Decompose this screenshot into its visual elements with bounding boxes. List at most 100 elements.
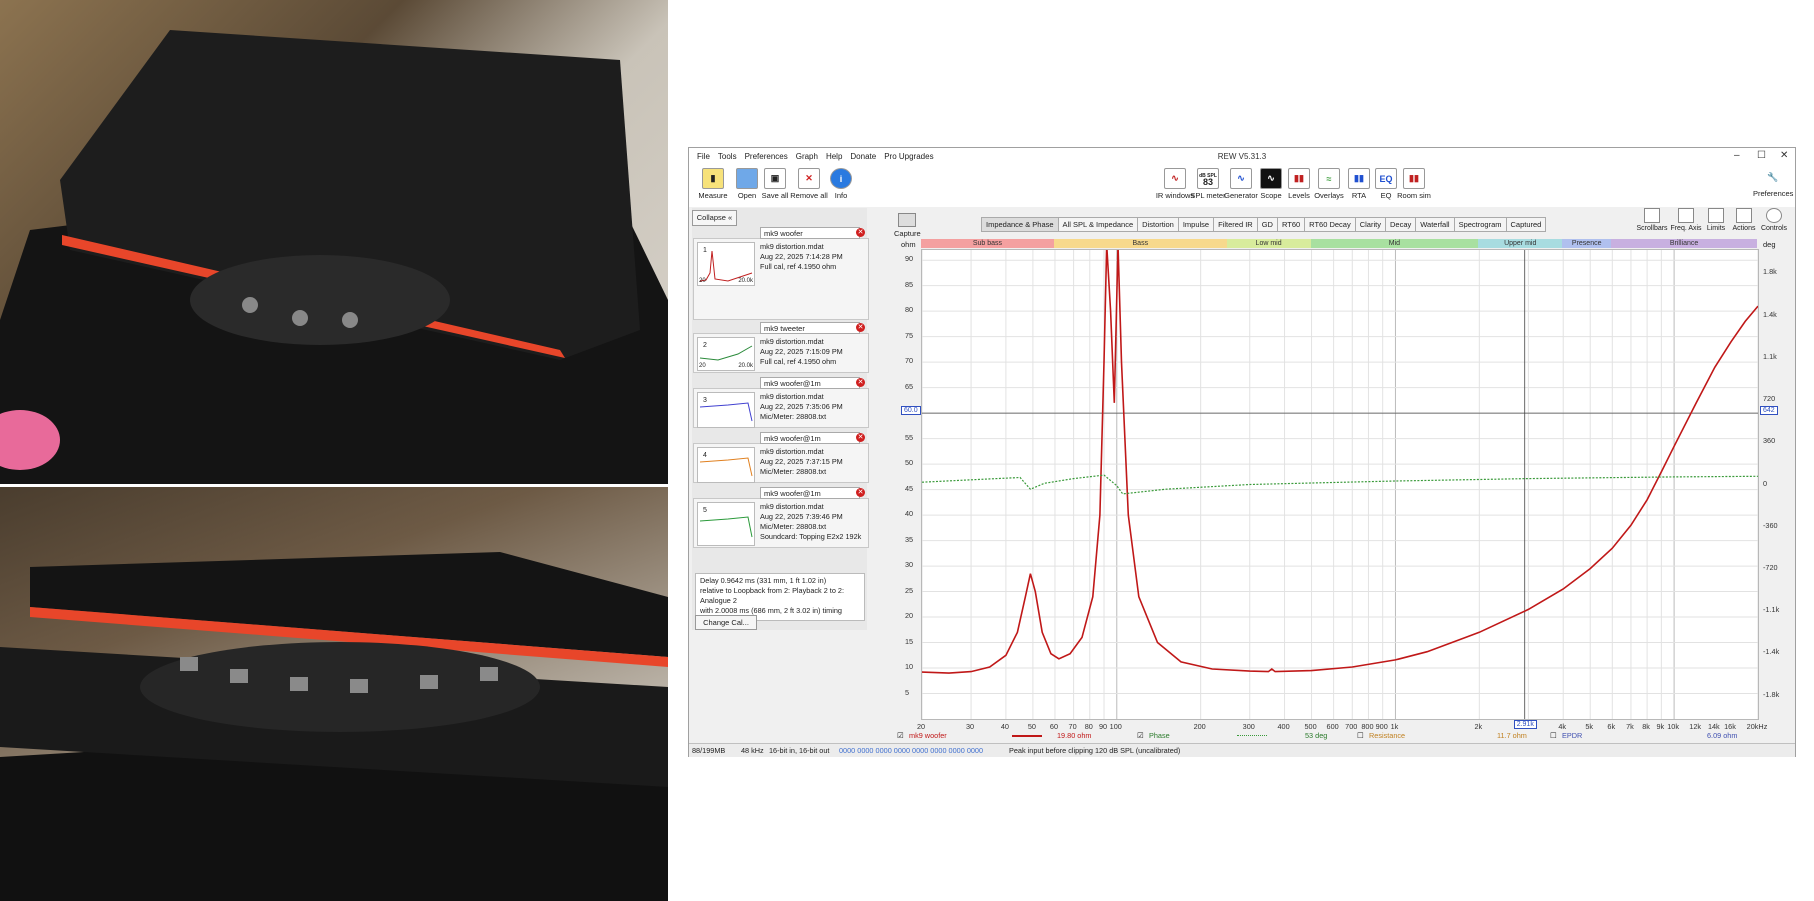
x-tick-label: 20kHz [1746, 722, 1768, 731]
change-cal-button[interactable]: Change Cal... [695, 615, 757, 630]
tab-spectrogram[interactable]: Spectrogram [1453, 217, 1507, 232]
y2-tick-label: 720 [1763, 394, 1776, 404]
x-tick-label: 12k [1689, 722, 1702, 731]
legend-phase-value: 53 deg [1305, 731, 1328, 740]
minimize-icon[interactable]: – [1734, 150, 1740, 161]
x-tick-label: 20 [916, 722, 926, 731]
cursor-y-readout: 60.0 [901, 406, 921, 416]
x-tick-label: 60 [1049, 722, 1059, 731]
tab-decay[interactable]: Decay [1384, 217, 1417, 232]
tab-captured[interactable]: Captured [1505, 217, 1547, 232]
title-bar: File Tools Preferences Graph Help Donate… [689, 148, 1795, 165]
measurement-notes[interactable]: Delay 0.9642 ms (331 mm, 1 ft 1.02 in) r… [695, 573, 865, 621]
remove-measurement-icon[interactable]: ✕ [856, 323, 865, 332]
x-tick-label: 500 [1304, 722, 1317, 731]
room-sim-button[interactable]: ▮▮ Room sim [1394, 168, 1434, 200]
tab-gd[interactable]: GD [1256, 217, 1278, 232]
measurement-item[interactable]: mk9 woofer@1m ✕ 4 mk9 distortion.mdat Au… [693, 432, 869, 483]
measurement-name-field[interactable]: mk9 woofer@1m [760, 432, 860, 444]
scrollbars-icon [1644, 208, 1660, 223]
y-tick-label: 40 [905, 509, 914, 519]
y2-tick-label: -1.4k [1763, 647, 1780, 657]
room-sim-icon: ▮▮ [1403, 168, 1425, 189]
epdr-checkbox[interactable]: ☐ [1550, 731, 1557, 740]
measurement-thumbnail[interactable]: 2 20 20.0k [697, 337, 755, 371]
levels-icon: ▮▮ [1288, 168, 1310, 189]
freq-axis-button[interactable]: Freq. Axis [1669, 208, 1703, 232]
band-upper-mid: Upper mid [1478, 239, 1563, 248]
measurement-thumbnail[interactable]: 3 [697, 392, 755, 428]
capture-button[interactable]: Capture [894, 213, 921, 238]
y-tick-label: 20 [905, 611, 914, 621]
controls-button[interactable]: Controls [1757, 208, 1791, 232]
x-tick-label: 1k [1390, 722, 1399, 731]
y2-tick-label: 360 [1763, 436, 1776, 446]
x-tick-label: 14k [1707, 722, 1720, 731]
remove-measurement-icon[interactable]: ✕ [856, 488, 865, 497]
x-tick-label: 9k [1656, 722, 1665, 731]
legend-phase-name: Phase [1149, 731, 1170, 740]
y2-tick-label: 1.1k [1763, 351, 1777, 361]
bit-depth: 16-bit in, 16-bit out [769, 746, 830, 755]
ir-windows-icon: ∿ [1164, 168, 1186, 189]
measurement-item[interactable]: mk9 tweeter ✕ 2 20 20.0k mk9 distortion.… [693, 322, 869, 373]
y-tick-label: 10 [905, 662, 914, 672]
phase-checkbox[interactable]: ☑ [1137, 731, 1144, 740]
measurement-thumbnail[interactable]: 5 [697, 502, 755, 546]
y-tick-label: 90 [905, 254, 914, 264]
plot-svg [922, 250, 1758, 719]
tab-distortion[interactable]: Distortion [1137, 217, 1179, 232]
tab-waterfall[interactable]: Waterfall [1415, 217, 1455, 232]
y-tick-label: 75 [905, 330, 914, 340]
band-low-mid: Low mid [1226, 239, 1311, 248]
y-tick-label: 5 [905, 687, 910, 697]
x-tick-label: 300 [1242, 722, 1255, 731]
legend-phase-line [1237, 735, 1267, 736]
measurement-name-field[interactable]: mk9 tweeter [760, 322, 860, 334]
remove-measurement-icon[interactable]: ✕ [856, 433, 865, 442]
measurement-name-field[interactable]: mk9 woofer@1m [760, 487, 860, 499]
measurement-info: mk9 distortion.mdat Aug 22, 2025 7:15:09… [760, 337, 843, 366]
series-checkbox[interactable]: ☑ [897, 731, 904, 740]
measurement-name-field[interactable]: mk9 woofer [760, 227, 860, 239]
measurements-panel: Collapse « mk9 woofer ✕ 1 20 20.0k mk9 d… [692, 208, 869, 630]
rew-window: File Tools Preferences Graph Help Donate… [688, 147, 1796, 757]
status-message: Peak input before clipping 120 dB SPL (u… [1009, 746, 1181, 755]
preferences-button[interactable]: 🔧 Preferences [1753, 168, 1793, 198]
impedance-plot[interactable] [921, 249, 1759, 720]
tab-impulse[interactable]: Impulse [1177, 217, 1215, 232]
tab-clarity[interactable]: Clarity [1354, 217, 1386, 232]
memory-usage: 88/199MB [692, 746, 726, 755]
y-tick-label: 70 [905, 356, 914, 366]
remove-measurement-icon[interactable]: ✕ [856, 378, 865, 387]
tab-filtered-ir[interactable]: Filtered IR [1213, 217, 1258, 232]
measurement-item[interactable]: mk9 woofer@1m ✕ 5 mk9 distortion.mdat Au… [693, 487, 869, 548]
x-tick-label: 6k [1607, 722, 1616, 731]
maximize-icon[interactable]: ☐ [1757, 150, 1766, 161]
tab-all-spl-impedance[interactable]: All SPL & Impedance [1057, 217, 1139, 232]
actions-button[interactable]: Actions [1727, 208, 1761, 232]
tab-rt60[interactable]: RT60 [1276, 217, 1306, 232]
phase-series-line [922, 474, 1758, 495]
limits-icon [1708, 208, 1724, 223]
tab-impedance-phase[interactable]: Impedance & Phase [981, 217, 1059, 232]
info-button[interactable]: i Info [821, 168, 861, 200]
measurement-item[interactable]: mk9 woofer@1m ✕ 3 mk9 distortion.mdat Au… [693, 377, 869, 428]
measurement-name-field[interactable]: mk9 woofer@1m [760, 377, 860, 389]
resistance-checkbox[interactable]: ☐ [1357, 731, 1364, 740]
collapse-button[interactable]: Collapse « [692, 210, 737, 226]
y2-tick-label: -1.1k [1763, 605, 1780, 615]
close-icon[interactable]: ✕ [1780, 150, 1788, 161]
tab-rt60-decay[interactable]: RT60 Decay [1304, 217, 1356, 232]
band-sub-bass: Sub bass [921, 239, 1054, 248]
freq-axis-icon [1678, 208, 1694, 223]
measurement-thumbnail[interactable]: 1 20 20.0k [697, 242, 755, 286]
wrench-icon: 🔧 [1763, 168, 1783, 187]
legend-resistance-name: Resistance [1369, 731, 1406, 740]
measurement-item[interactable]: mk9 woofer ✕ 1 20 20.0k mk9 distortion.m… [693, 227, 869, 320]
main-toolbar: ▮ Measure Open ▣ Save all ✕ Remove all i Inf… [689, 165, 1795, 207]
measurement-info: mk9 distortion.mdat Aug 22, 2025 7:35:06… [760, 392, 843, 421]
measurement-thumbnail[interactable]: 4 [697, 447, 755, 483]
remove-measurement-icon[interactable]: ✕ [856, 228, 865, 237]
scrollbars-button[interactable]: Scrollbars [1635, 208, 1669, 232]
